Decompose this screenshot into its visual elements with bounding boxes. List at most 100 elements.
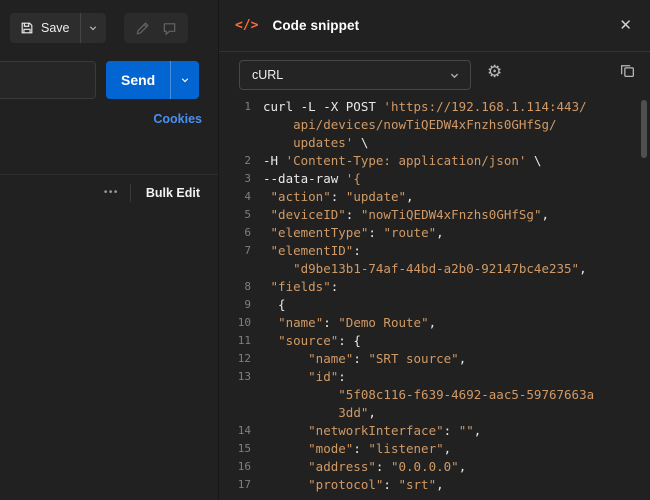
code-line: "name": "Demo Route", [263,314,436,332]
line-number [219,134,251,152]
bulk-edit-button[interactable]: Bulk Edit [134,182,200,204]
line-number: 11 [219,332,251,350]
code-row: 4 "action": "update", [219,188,650,206]
code-row: 8 "fields": [219,278,650,296]
code-line: "name": "SRT source", [263,350,466,368]
more-options-button[interactable]: ••• [96,184,127,202]
line-number: 4 [219,188,251,206]
send-button[interactable]: Send [106,61,170,99]
code-line: "elementID": [263,242,361,260]
code-row: 3 --data-raw '{ [219,170,650,188]
scrollbar-thumb[interactable] [641,100,647,158]
language-selected-value: cURL [252,68,283,82]
code-row: "5f08c116-f639-4692-aac5-59767663a [219,386,650,404]
chevron-down-icon [88,23,98,33]
edit-button[interactable] [133,19,152,38]
line-number [219,116,251,134]
panel-toolbar: cURL ⚙ [219,52,650,98]
code-line: "id": [263,368,346,386]
send-dropdown-button[interactable] [170,61,199,99]
code-line: curl -L -X POST 'https://192.168.1.114:4… [263,98,587,116]
code-line: "5f08c116-f639-4692-aac5-59767663a [263,386,594,404]
code-line: --data-raw '{ [263,170,361,188]
code-snippet-panel: </> Code snippet ✕ cURL ⚙ 1 curl -L -X PO… [218,0,650,500]
chevron-down-icon [449,70,460,81]
code-row: 11 "source": { [219,332,650,350]
line-number: 10 [219,314,251,332]
line-number: 16 [219,458,251,476]
code-row: 12 "name": "SRT source", [219,350,650,368]
params-header-row: ••• Bulk Edit [0,174,218,210]
panel-header: </> Code snippet ✕ [219,0,650,52]
chevron-down-icon [180,75,190,85]
code-line: "address": "0.0.0.0", [263,458,466,476]
line-number: 7 [219,242,251,260]
code-row: 6 "elementType": "route", [219,224,650,242]
code-row: api/devices/nowTiQEDW4xFnzhs0GHfSg/ [219,116,650,134]
line-number [219,260,251,278]
line-number: 3 [219,170,251,188]
code-row: 10 "name": "Demo Route", [219,314,650,332]
line-number: 8 [219,278,251,296]
code-line: -H 'Content-Type: application/json' \ [263,152,541,170]
line-number: 9 [219,296,251,314]
line-number: 2 [219,152,251,170]
url-input[interactable] [0,61,96,99]
code-line: "deviceID": "nowTiQEDW4xFnzhs0GHfSg", [263,206,549,224]
line-number: 12 [219,350,251,368]
code-line: "d9be13b1-74af-44bd-a2b0-92147bc4e235", [263,260,587,278]
line-number: 17 [219,476,251,494]
line-number: 15 [219,440,251,458]
code-line: "protocol": "srt", [263,476,444,494]
line-number: 14 [219,422,251,440]
comments-button[interactable] [160,19,179,38]
request-pane: Save Send [0,0,218,500]
copy-icon[interactable] [619,62,636,79]
line-number: 13 [219,368,251,386]
code-row: 2 -H 'Content-Type: application/json' \ [219,152,650,170]
code-line: "mode": "listener", [263,440,451,458]
save-button-group: Save [10,13,106,43]
save-button[interactable]: Save [10,13,80,43]
save-dropdown-button[interactable] [80,13,106,43]
code-row: 15 "mode": "listener", [219,440,650,458]
line-number [219,404,251,422]
code-area: 1 curl -L -X POST 'https://192.168.1.114:… [219,98,650,500]
language-select[interactable]: cURL [239,60,471,90]
code-row: 7 "elementID": [219,242,650,260]
toolbar-icon-group [124,13,188,43]
code-line: "action": "update", [263,188,414,206]
code-row: 1 curl -L -X POST 'https://192.168.1.114:… [219,98,650,116]
code-row: updates' \ [219,134,650,152]
line-number: 5 [219,206,251,224]
comment-icon [162,21,177,36]
code-row: 13 "id": [219,368,650,386]
close-icon[interactable]: ✕ [617,16,634,35]
line-number: 6 [219,224,251,242]
code-icon: </> [235,18,258,33]
code-line: "fields": [263,278,338,296]
line-number: 1 [219,98,251,116]
code-rows: 1 curl -L -X POST 'https://192.168.1.114:… [219,98,650,494]
settings-gear-icon[interactable]: ⚙ [487,63,502,80]
divider [130,184,131,202]
send-button-group: Send [106,61,199,99]
code-row: 14 "networkInterface": "", [219,422,650,440]
code-row: "d9be13b1-74af-44bd-a2b0-92147bc4e235", [219,260,650,278]
code-line: { [263,296,286,314]
code-row: 17 "protocol": "srt", [219,476,650,494]
code-line: 3dd", [263,404,376,422]
code-line: updates' \ [263,134,368,152]
cookies-link[interactable]: Cookies [153,112,202,126]
pencil-icon [135,21,150,36]
code-row: 5 "deviceID": "nowTiQEDW4xFnzhs0GHfSg", [219,206,650,224]
code-line: "networkInterface": "", [263,422,481,440]
panel-title: Code snippet [272,18,359,33]
code-row: 9 { [219,296,650,314]
code-line: api/devices/nowTiQEDW4xFnzhs0GHfSg/ [263,116,557,134]
save-icon [20,21,34,35]
line-number [219,386,251,404]
save-label: Save [41,21,70,35]
code-row: 16 "address": "0.0.0.0", [219,458,650,476]
code-line: "source": { [263,332,361,350]
